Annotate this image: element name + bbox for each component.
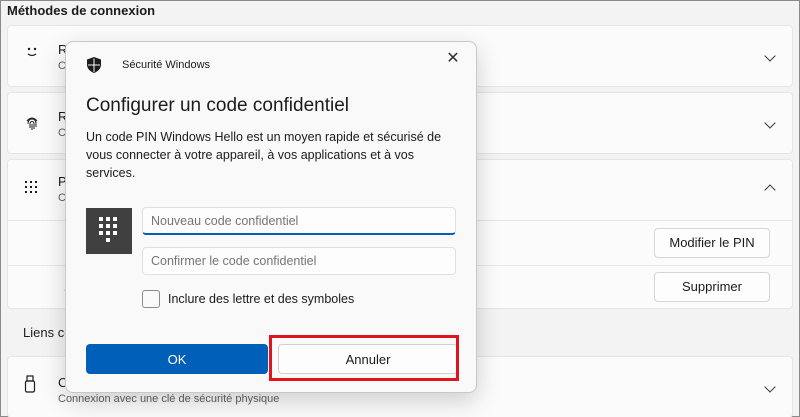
chevron-down-icon[interactable] [764, 381, 776, 393]
ok-button[interactable]: OK [86, 344, 268, 374]
confirm-pin-input[interactable] [142, 247, 456, 275]
pin-keypad-icon [86, 208, 132, 254]
pin-setup-dialog: Sécurité Windows ✕ Configurer un code co… [65, 41, 477, 393]
cancel-button[interactable]: Annuler [278, 344, 458, 374]
chevron-down-icon[interactable] [764, 117, 776, 129]
dialog-title: Configurer un code confidentiel [86, 95, 350, 116]
dialog-description: Un code PIN Windows Hello est un moyen r… [86, 130, 442, 180]
section-title: Méthodes de connexion [7, 3, 156, 18]
close-icon[interactable]: ✕ [442, 48, 464, 70]
include-letters-checkbox[interactable] [142, 290, 160, 308]
dialog-app-name: Sécurité Windows [122, 59, 211, 71]
chevron-up-icon[interactable] [764, 184, 776, 196]
new-pin-input[interactable] [142, 207, 456, 235]
chevron-down-icon[interactable] [764, 50, 776, 62]
remove-pin-button[interactable]: Supprimer [654, 272, 770, 302]
card-subtitle: Connexion avec une clé de sécurité physi… [58, 393, 280, 405]
change-pin-button[interactable]: Modifier le PIN [654, 228, 770, 258]
face-icon [24, 44, 40, 65]
usb-key-icon [24, 375, 36, 398]
checkbox-label: Inclure des lettre et des symboles [168, 292, 355, 306]
pin-keypad-icon [24, 180, 38, 201]
shield-icon [86, 56, 102, 79]
fingerprint-icon [24, 115, 40, 136]
